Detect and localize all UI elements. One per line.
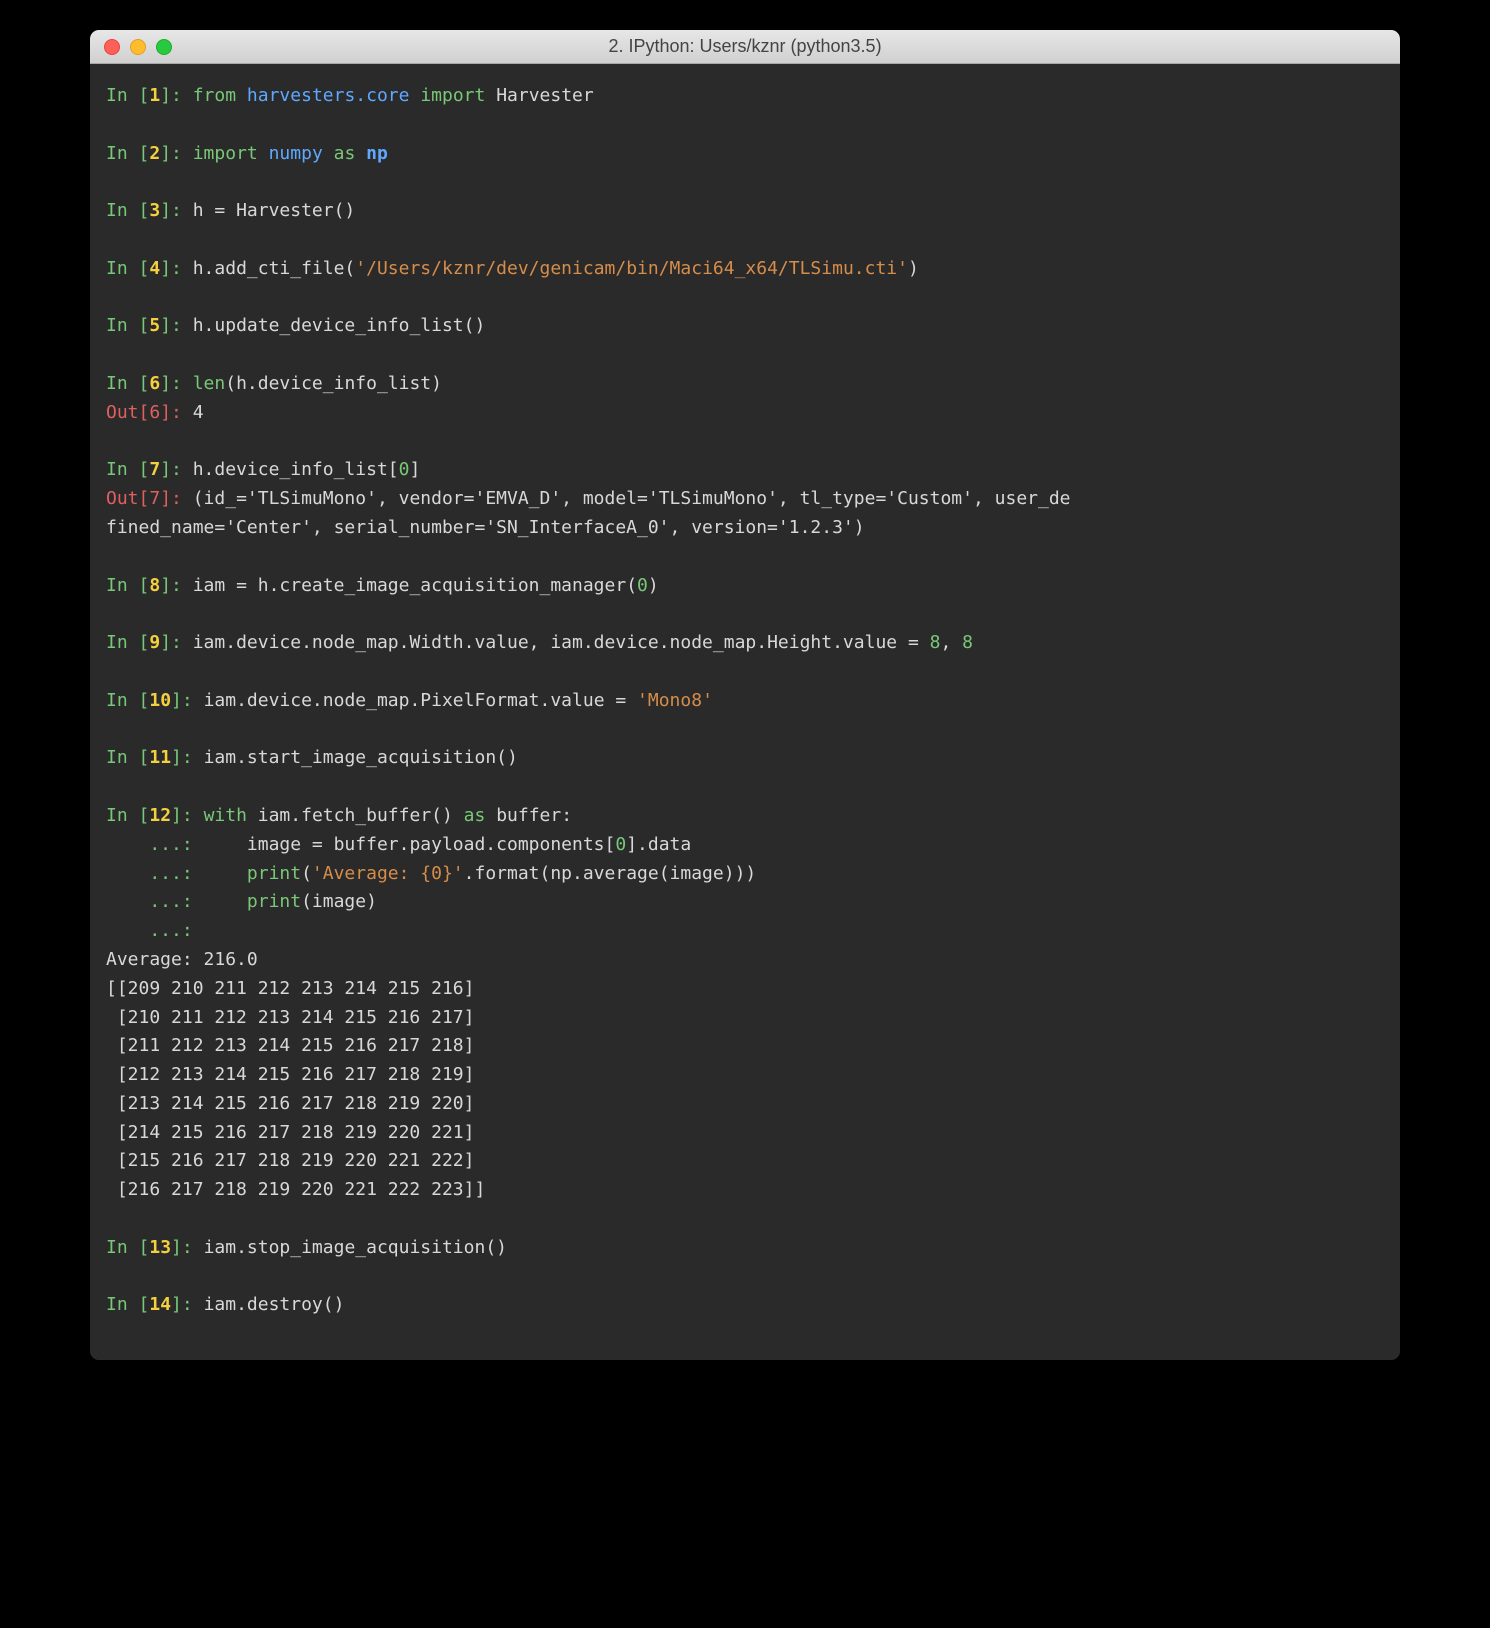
code-pre: h.device_info_list[ [193, 459, 399, 480]
traffic-lights [104, 39, 172, 55]
close-icon[interactable] [104, 39, 120, 55]
string-literal: 'Mono8' [637, 690, 713, 711]
prompt-number: 10 [149, 690, 171, 711]
builtin-print: print [247, 863, 301, 884]
prompt-number: 3 [149, 200, 160, 221]
number-literal: 8 [930, 632, 941, 653]
window-title: 2. IPython: Users/kznr (python3.5) [90, 36, 1400, 57]
in-prompt: In [106, 1294, 139, 1315]
code-fragment: iam.fetch_buffer() [247, 805, 464, 826]
cont-prompt: ...: [106, 920, 247, 941]
code-fragment: image = buffer.payload.components[ [204, 834, 616, 855]
code-line: iam.start_image_acquisition() [204, 747, 518, 768]
string-literal: '/Users/kznr/dev/genicam/bin/Maci64_x64/… [355, 258, 908, 279]
in-prompt: In [106, 373, 139, 394]
output-value: 216.0 [204, 949, 258, 970]
code-fragment: ].data [626, 834, 691, 855]
in-prompt: In [106, 690, 139, 711]
index-number: 0 [615, 834, 626, 855]
separator: , [940, 632, 962, 653]
in-prompt: In [106, 258, 139, 279]
in-prompt: In [106, 459, 139, 480]
prompt-number: 2 [149, 143, 160, 164]
code-line: iam.stop_image_acquisition() [204, 1237, 507, 1258]
terminal-body[interactable]: In [1]: from harvesters.core import Harv… [90, 64, 1400, 1360]
prompt-number: 11 [149, 747, 171, 768]
in-prompt: In [106, 632, 139, 653]
code-fragment: buffer: [485, 805, 572, 826]
minimize-icon[interactable] [130, 39, 146, 55]
keyword-import: import [193, 143, 258, 164]
keyword-as: as [464, 805, 486, 826]
string-literal: 'Average: {0}' [312, 863, 464, 884]
prompt-number: 6 [149, 373, 160, 394]
prompt-number: 7 [149, 488, 160, 509]
module-name: numpy [269, 143, 323, 164]
builtin-len: len [193, 373, 226, 394]
output-label: Average: [106, 949, 204, 970]
class-name: Harvester [496, 85, 594, 106]
in-prompt: In [106, 1237, 139, 1258]
in-prompt: In [106, 143, 139, 164]
in-prompt: In [106, 575, 139, 596]
builtin-print: print [247, 891, 301, 912]
paren-open: ( [301, 863, 312, 884]
prompt-number: 8 [149, 575, 160, 596]
number-literal: 8 [962, 632, 973, 653]
prompt-number: 12 [149, 805, 171, 826]
keyword-as: as [334, 143, 356, 164]
prompt-number: 4 [149, 258, 160, 279]
prompt-number: 1 [149, 85, 160, 106]
code-pre: iam.device.node_map.Width.value, iam.dev… [193, 632, 930, 653]
code-fragment: .format(np.average(image))) [464, 863, 757, 884]
code-fragment: (image) [301, 891, 377, 912]
keyword-with: with [204, 805, 247, 826]
output-value: 4 [193, 402, 204, 423]
code-args: (h.device_info_list) [225, 373, 442, 394]
code-post: ) [908, 258, 919, 279]
in-prompt: In [106, 200, 139, 221]
number-literal: 0 [637, 575, 648, 596]
prompt-number: 14 [149, 1294, 171, 1315]
in-prompt: In [106, 85, 139, 106]
code-post: ] [409, 459, 420, 480]
code-pre: h.add_cti_file( [193, 258, 356, 279]
terminal-window: 2. IPython: Users/kznr (python3.5) In [1… [90, 30, 1400, 1360]
keyword-from: from [193, 85, 236, 106]
titlebar[interactable]: 2. IPython: Users/kznr (python3.5) [90, 30, 1400, 64]
prompt-number: 13 [149, 1237, 171, 1258]
cont-prompt: ...: [106, 863, 247, 884]
code-line: iam.destroy() [204, 1294, 345, 1315]
out-prompt: Out [106, 488, 139, 509]
prompt-number: 9 [149, 632, 160, 653]
code-line: h = Harvester() [193, 200, 356, 221]
keyword-import: import [420, 85, 485, 106]
cont-prompt: ...: [106, 891, 247, 912]
in-prompt: In [106, 805, 139, 826]
code-post: ) [648, 575, 659, 596]
output-matrix: [[209 210 211 212 213 214 215 216] [210 … [106, 978, 485, 1201]
cont-prompt: ...: [106, 834, 204, 855]
maximize-icon[interactable] [156, 39, 172, 55]
in-prompt: In [106, 747, 139, 768]
code-pre: iam = h.create_image_acquisition_manager… [193, 575, 637, 596]
module-name: harvesters.core [247, 85, 410, 106]
code-pre: iam.device.node_map.PixelFormat.value = [204, 690, 637, 711]
alias: np [366, 143, 388, 164]
index-number: 0 [399, 459, 410, 480]
output-value: (id_='TLSimuMono', vendor='EMVA_D', mode… [106, 488, 1071, 538]
prompt-number: 5 [149, 315, 160, 336]
prompt-number: 6 [149, 402, 160, 423]
out-prompt: Out [106, 402, 139, 423]
code-line: h.update_device_info_list() [193, 315, 486, 336]
prompt-number: 7 [149, 459, 160, 480]
in-prompt: In [106, 315, 139, 336]
